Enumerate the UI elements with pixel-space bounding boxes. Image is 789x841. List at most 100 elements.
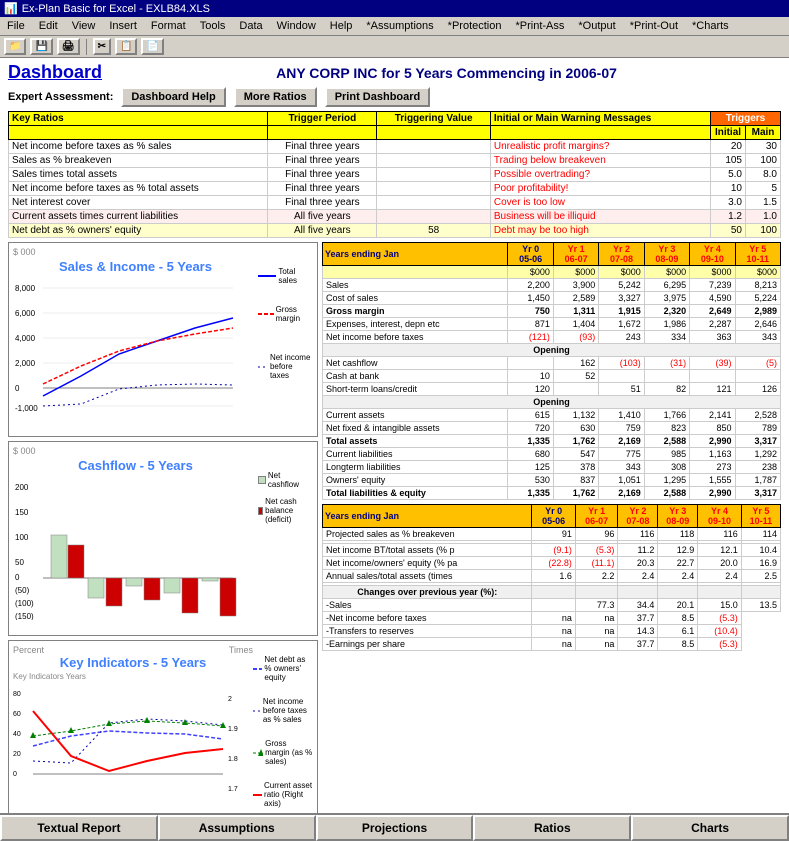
toolbar-btn-4[interactable]: ✂: [93, 38, 111, 55]
expert-assessment-row: Expert Assessment: Dashboard Help More R…: [8, 87, 781, 107]
svg-text:(50): (50): [15, 586, 30, 595]
ratio-data-cell: 6.1: [658, 625, 698, 638]
ratio-row-value: 58: [377, 224, 491, 238]
svg-text:2,000: 2,000: [15, 359, 36, 368]
svg-text:20: 20: [13, 751, 21, 758]
charts-button[interactable]: Charts: [631, 815, 789, 841]
fin-row-label: Current liabilities: [323, 448, 508, 461]
section-header: Opening: [323, 344, 781, 357]
fin-header-yr2: Yr 207-08: [599, 243, 644, 266]
fin-row-cell: (103): [599, 357, 644, 370]
more-ratios-button[interactable]: More Ratios: [234, 87, 317, 107]
ratio-row-value: [377, 210, 491, 224]
menu-print-out[interactable]: *Print-Out: [627, 19, 681, 33]
menu-data[interactable]: Data: [236, 19, 265, 33]
menu-bar: File Edit View Insert Format Tools Data …: [0, 17, 789, 36]
svg-text:6,000: 6,000: [15, 309, 36, 318]
menu-charts[interactable]: *Charts: [689, 19, 732, 33]
fin-row-cell: 1,311: [553, 305, 598, 318]
assumptions-button[interactable]: Assumptions: [158, 815, 316, 841]
ratio-row-main: 100: [746, 224, 781, 238]
fin-row-cell: 5,224: [735, 292, 780, 305]
main-content: Dashboard ANY CORP INC for 5 Years Comme…: [0, 58, 789, 839]
fin-row-cell: 1,292: [735, 448, 780, 461]
ratio-row-main: 1.0: [746, 210, 781, 224]
ratio-row-warning: Possible overtrading?: [490, 168, 710, 182]
ratio-data-cell: na: [532, 612, 575, 625]
key-indicators-label: Key Indicators Years: [13, 672, 253, 681]
menu-help[interactable]: Help: [327, 19, 356, 33]
ratio-row-period: All five years: [268, 210, 377, 224]
fin-row-cell: 2,169: [599, 487, 644, 500]
ratio-data-cell: 116: [618, 528, 658, 541]
ratio-data-cell: [698, 586, 741, 599]
fin-header-yr5: Yr 510-11: [735, 243, 780, 266]
toolbar-btn-2[interactable]: 💾: [30, 38, 52, 55]
ratio-header-yr5: Yr 510-11: [741, 505, 780, 528]
svg-text:80: 80: [13, 691, 21, 698]
print-dashboard-button[interactable]: Print Dashboard: [325, 87, 431, 107]
ratio-data-cell: [575, 586, 618, 599]
menu-insert[interactable]: Insert: [106, 19, 140, 33]
fin-row-label: Expenses, interest, depn etc: [323, 318, 508, 331]
ratio-data-cell: [532, 586, 575, 599]
menu-file[interactable]: File: [4, 19, 28, 33]
fin-row-cell: 10: [508, 370, 553, 383]
fin-row-cell: 52: [553, 370, 598, 383]
toolbar-btn-5[interactable]: 📋: [115, 38, 137, 55]
ratios-header-warning: Initial or Main Warning Messages: [490, 112, 710, 126]
menu-view[interactable]: View: [69, 19, 99, 33]
ratio-row-initial: 20: [711, 140, 746, 154]
fin-row-cell: 1,986: [644, 318, 689, 331]
fin-row-cell: 2,989: [735, 305, 780, 318]
legend-net-debt: Net debt as % owners' equity: [253, 655, 313, 682]
fin-row-label: Total assets: [323, 435, 508, 448]
fin-row-cell: 680: [508, 448, 553, 461]
expert-label: Expert Assessment:: [8, 91, 113, 103]
ratio-row-initial: 50: [711, 224, 746, 238]
ratio-data-cell: (11.1): [575, 557, 618, 570]
menu-print-ass[interactable]: *Print-Ass: [512, 19, 567, 33]
ratio-data-cell: 2.2: [575, 570, 618, 583]
fin-row-cell: 2,528: [735, 409, 780, 422]
fin-row-label: Gross margin: [323, 305, 508, 318]
menu-protection[interactable]: *Protection: [445, 19, 505, 33]
ratio-data-cell: 114: [741, 528, 780, 541]
ratio-data-label: -Transfers to reserves: [323, 625, 532, 638]
menu-tools[interactable]: Tools: [197, 19, 229, 33]
fin-row-cell: (121): [508, 331, 553, 344]
fin-row-cell: 1,410: [599, 409, 644, 422]
cashflow-title: Cashflow - 5 Years: [13, 458, 258, 473]
ratio-row-name: Current assets times current liabilities: [9, 210, 268, 224]
ratio-data-cell: 91: [532, 528, 575, 541]
ratios-button[interactable]: Ratios: [473, 815, 631, 841]
menu-edit[interactable]: Edit: [36, 19, 61, 33]
toolbar-btn-6[interactable]: 📄: [141, 38, 163, 55]
textual-report-button[interactable]: Textual Report: [0, 815, 158, 841]
ratio-data-cell: [741, 586, 780, 599]
ratio-row-main: 30: [746, 140, 781, 154]
svg-text:1.9: 1.9: [228, 726, 238, 733]
title-bar: 📊 Ex-Plan Basic for Excel - EXLB84.XLS: [0, 0, 789, 17]
toolbar-btn-1[interactable]: 📁: [4, 38, 26, 55]
ratios-header-value: Triggering Value: [377, 112, 491, 126]
fin-row-cell: 2,990: [690, 435, 735, 448]
dashboard-help-button[interactable]: Dashboard Help: [121, 87, 225, 107]
legend-current-asset: Current asset ratio (Right axis): [253, 781, 313, 808]
menu-window[interactable]: Window: [274, 19, 319, 33]
fin-row-cell: 750: [508, 305, 553, 318]
fin-row-cell: 630: [553, 422, 598, 435]
projections-button[interactable]: Projections: [316, 815, 474, 841]
ratio-data-label: -Earnings per share: [323, 638, 532, 651]
svg-text:2: 2: [228, 696, 232, 703]
svg-text:-1,000: -1,000: [15, 404, 38, 413]
fin-row-cell: 823: [644, 422, 689, 435]
sales-income-svg: 8,000 6,000 4,000 2,000 0 -1,000: [13, 276, 243, 426]
menu-output[interactable]: *Output: [575, 19, 618, 33]
toolbar-btn-3[interactable]: 🖨: [57, 38, 80, 55]
legend-net-cashflow: Net cashflow: [258, 471, 313, 489]
fin-row-cell: 7,239: [690, 279, 735, 292]
ratio-data-label: Changes over previous year (%):: [323, 586, 532, 599]
menu-format[interactable]: Format: [148, 19, 189, 33]
menu-assumptions[interactable]: *Assumptions: [363, 19, 436, 33]
